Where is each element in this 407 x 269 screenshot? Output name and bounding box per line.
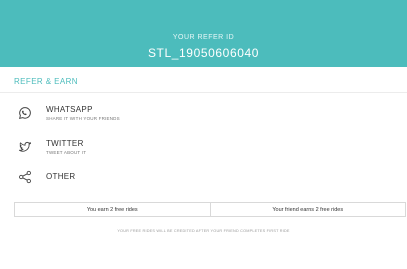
twitter-icon: [18, 140, 32, 154]
share-twitter-item[interactable]: TWITTER TWEET ABOUT IT: [0, 134, 407, 166]
refer-id-value[interactable]: STL_19050606040: [0, 46, 407, 60]
share-twitter-subtitle: TWEET ABOUT IT: [46, 150, 87, 155]
share-whatsapp-subtitle: SHARE IT WITH YOUR FRIENDS: [46, 116, 120, 121]
refer-id-header: YOUR REFER ID STL_19050606040: [0, 0, 407, 67]
share-twitter-title: TWITTER: [46, 139, 84, 148]
section-title: REFER & EARN: [14, 77, 78, 86]
share-whatsapp-title: WHATSAPP: [46, 105, 93, 114]
divider: [0, 92, 407, 93]
share-other-title: OTHER: [46, 172, 76, 181]
credit-footnote: YOUR FREE RIDES WILL BE CREDITED AFTER Y…: [117, 229, 290, 233]
refer-id-label: YOUR REFER ID: [172, 34, 235, 41]
you-earn-cell: You earn 2 free rides: [86, 206, 138, 213]
share-whatsapp-item[interactable]: WHATSAPP SHARE IT WITH YOUR FRIENDS: [0, 100, 407, 132]
share-other-item[interactable]: OTHER: [0, 165, 407, 197]
friend-earns-cell: Your friend earns 2 free rides: [209, 203, 406, 216]
rides-table: You earn 2 free rides Your friend earns …: [14, 202, 406, 217]
whatsapp-icon: [18, 106, 32, 120]
share-icon: [18, 170, 32, 184]
